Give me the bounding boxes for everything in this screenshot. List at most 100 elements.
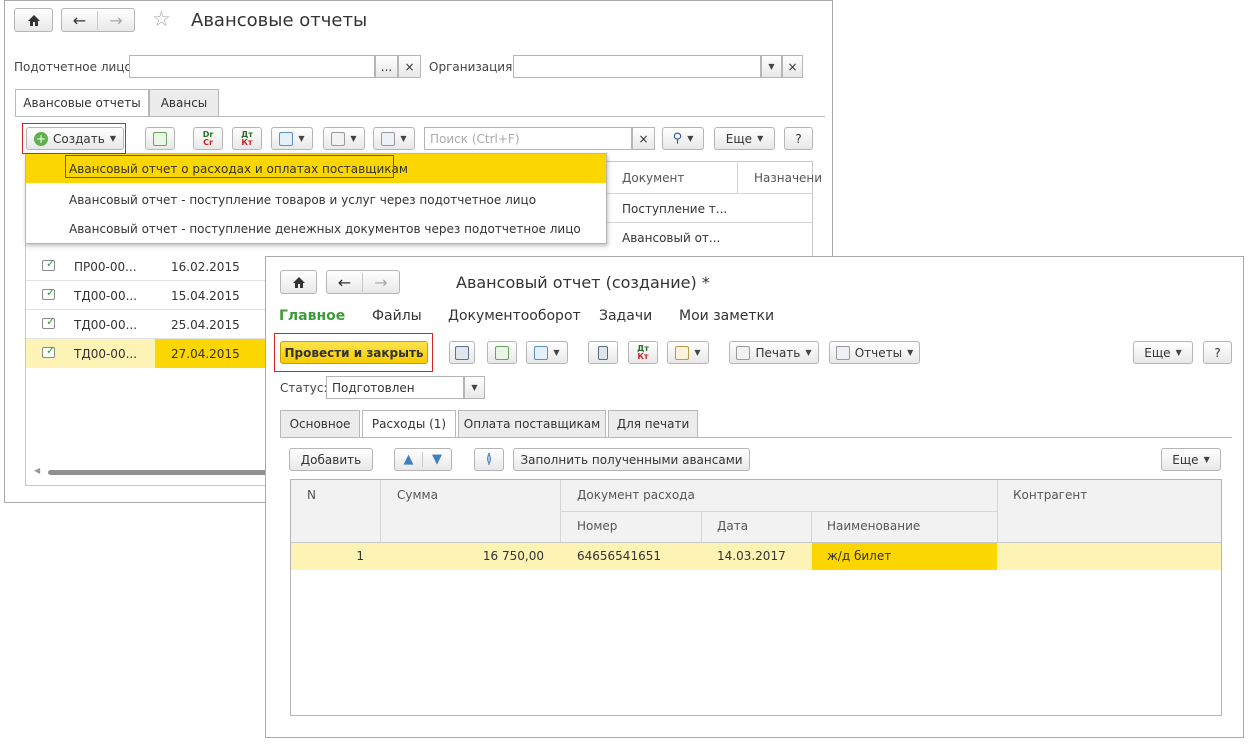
search-clear-button[interactable]: × xyxy=(632,127,655,150)
status-label: Статус: xyxy=(280,381,328,395)
person-select-button[interactable]: ... xyxy=(375,55,398,78)
tab-advances[interactable]: Авансы xyxy=(149,89,219,116)
post-button[interactable] xyxy=(487,341,517,364)
journal-icon xyxy=(598,345,608,360)
column-name: Наименование xyxy=(827,519,921,533)
table-row[interactable]: ✓ ТД00-00... 25.04.2015 xyxy=(26,310,286,339)
save-button[interactable] xyxy=(449,341,475,364)
structure-icon xyxy=(534,345,549,360)
add-document-icon xyxy=(153,131,167,146)
person-clear-button[interactable]: × xyxy=(398,55,421,78)
copy-document-button[interactable] xyxy=(145,127,175,150)
section-tasks[interactable]: Задачи xyxy=(599,308,652,324)
help-button[interactable]: ? xyxy=(784,127,813,150)
clear-icon: × xyxy=(638,131,649,146)
favorite-star-icon[interactable]: ☆ xyxy=(152,7,171,31)
posted-document-icon: ✓ xyxy=(42,286,55,300)
chevron-down-icon: ▼ xyxy=(768,62,775,71)
journal-button[interactable] xyxy=(588,341,618,364)
horizontal-scrollbar[interactable]: ◀ xyxy=(34,466,284,476)
share-button[interactable]: ≬ xyxy=(474,448,504,471)
table-row-selected[interactable]: ✓ ТД00-00... 27.04.2015 xyxy=(26,339,286,368)
dr-cr-button[interactable]: Dr Cr xyxy=(193,127,223,150)
printer-icon xyxy=(736,345,751,360)
section-docflow[interactable]: Документооборот xyxy=(448,308,581,324)
table-row[interactable]: 1 16 750,00 64656541651 14.03.2017 ж/д б… xyxy=(291,543,1221,570)
tab-supplier-payments[interactable]: Оплата поставщикам xyxy=(458,410,606,437)
status-dropdown-button[interactable]: ▼ xyxy=(464,376,485,399)
back-arrow-icon[interactable]: ← xyxy=(62,10,98,30)
share-icon: ≬ xyxy=(485,452,493,467)
more-button[interactable]: Еще ▼ xyxy=(1133,341,1193,364)
home-button[interactable] xyxy=(14,8,53,32)
reports-button[interactable]: ▼ xyxy=(373,127,415,150)
advance-report-window: ← → Авансовый отчет (создание) * Главное… xyxy=(265,256,1244,738)
highlight-frame-menu-item xyxy=(65,155,394,178)
create-based-on-button[interactable]: ▼ xyxy=(667,341,709,364)
column-document: Документ xyxy=(622,171,685,185)
menu-item-report-money-docs[interactable]: Авансовый отчет - поступление денежных д… xyxy=(26,214,606,243)
menu-item-report-goods[interactable]: Авансовый отчет - поступление товаров и … xyxy=(26,185,606,214)
home-button[interactable] xyxy=(280,270,317,294)
print-button[interactable]: Печать ▼ xyxy=(729,341,819,364)
highlight-frame-create xyxy=(22,123,126,154)
dr-cr-icon: Dr Cr xyxy=(202,129,214,147)
dt-kt-button[interactable]: Дт Кт xyxy=(232,127,262,150)
column-n: N xyxy=(307,488,316,502)
back-forward-group: ← → xyxy=(326,270,400,294)
tab-print[interactable]: Для печати xyxy=(608,410,698,437)
move-buttons-group: ▲ ▼ xyxy=(394,448,452,471)
section-notes[interactable]: Мои заметки xyxy=(679,308,774,324)
highlight-frame-post-close xyxy=(274,333,433,372)
section-main[interactable]: Главное xyxy=(279,308,345,324)
tab-expenses[interactable]: Расходы (1) xyxy=(362,410,456,437)
move-down-icon[interactable]: ▼ xyxy=(423,452,451,467)
post-document-icon xyxy=(495,345,509,360)
page-title: Авансовый отчет (создание) * xyxy=(456,273,710,292)
print-button[interactable]: ▼ xyxy=(323,127,365,150)
org-label: Организация: xyxy=(429,60,517,74)
add-button[interactable]: Добавить xyxy=(289,448,373,471)
forward-arrow-icon[interactable]: → xyxy=(363,273,399,292)
page-title: Авансовые отчеты xyxy=(191,10,368,31)
chevron-down-icon: ▼ xyxy=(471,383,478,392)
reports-button[interactable]: Отчеты ▼ xyxy=(829,341,920,364)
org-clear-button[interactable]: × xyxy=(782,55,803,78)
forward-arrow-icon[interactable]: → xyxy=(98,11,134,30)
column-expense-doc: Документ расхода xyxy=(577,488,695,502)
save-disk-icon xyxy=(455,345,469,360)
table-more-button[interactable]: Еще ▼ xyxy=(1161,448,1221,471)
search-button[interactable]: ⚲ ▼ xyxy=(662,127,704,150)
chart-icon xyxy=(381,131,396,146)
expenses-table: N Сумма Документ расхода Номер Дата Наим… xyxy=(290,479,1222,716)
dt-kt-icon: Дт Кт xyxy=(637,343,649,361)
list-item[interactable]: Поступление т... xyxy=(622,202,727,216)
search-icon: ⚲ xyxy=(672,131,683,146)
scroll-left-icon: ◀ xyxy=(34,466,41,475)
more-button[interactable]: Еще ▼ xyxy=(714,127,775,150)
org-dropdown-button[interactable]: ▼ xyxy=(761,55,782,78)
status-select[interactable]: Подготовлен xyxy=(326,376,464,399)
table-row[interactable]: ✓ ТД00-00... 15.04.2015 xyxy=(26,281,286,310)
search-input[interactable]: Поиск (Ctrl+F) xyxy=(424,127,632,150)
posted-document-icon: ✓ xyxy=(42,344,55,358)
fill-advances-button[interactable]: Заполнить полученными авансами xyxy=(513,448,750,471)
structure-button[interactable]: ▼ xyxy=(526,341,568,364)
back-arrow-icon[interactable]: ← xyxy=(327,272,363,292)
structure-button[interactable]: ▼ xyxy=(271,127,313,150)
section-files[interactable]: Файлы xyxy=(372,308,422,324)
clear-icon: × xyxy=(404,59,415,74)
table-row[interactable]: ✓ ПР00-00... 16.02.2015 xyxy=(26,252,286,281)
column-number: Номер xyxy=(577,519,618,533)
tab-main[interactable]: Основное xyxy=(280,410,360,437)
person-field[interactable] xyxy=(129,55,375,78)
structure-icon xyxy=(279,131,294,146)
tab-advance-reports[interactable]: Авансовые отчеты xyxy=(15,89,149,116)
person-label: Подотчетное лицо: xyxy=(14,60,136,74)
move-up-icon[interactable]: ▲ xyxy=(395,452,423,467)
dt-kt-button[interactable]: Дт Кт xyxy=(628,341,658,364)
posted-document-icon: ✓ xyxy=(42,257,55,271)
list-item[interactable]: Авансовый от... xyxy=(622,231,720,245)
org-field[interactable] xyxy=(513,55,761,78)
help-button[interactable]: ? xyxy=(1203,341,1232,364)
